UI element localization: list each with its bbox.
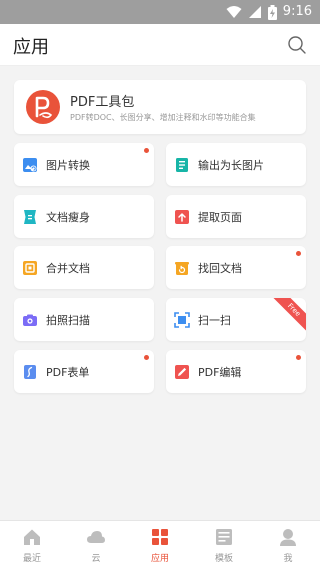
pdf-logo-icon bbox=[26, 90, 60, 124]
pdf-edit-icon bbox=[175, 365, 189, 379]
tool-label: 图片转换 bbox=[46, 159, 90, 172]
template-icon bbox=[216, 529, 232, 545]
tab-label: 我 bbox=[283, 554, 293, 564]
slim-doc-icon bbox=[24, 210, 36, 224]
tab-cloud[interactable]: 云 bbox=[64, 521, 128, 569]
search-icon[interactable] bbox=[286, 34, 308, 56]
tool-label: PDF表单 bbox=[46, 366, 90, 379]
tool-label: 提取页面 bbox=[198, 211, 242, 224]
recover-doc-icon bbox=[175, 262, 189, 275]
tool-scan[interactable]: 扫一扫 Free bbox=[166, 298, 306, 341]
pdf-toolkit-subtitle: PDF转DOC、长图分享、增加注释和水印等功能合集 bbox=[70, 113, 256, 122]
tool-camera-scan[interactable]: 拍照扫描 bbox=[14, 298, 154, 341]
tab-label: 模板 bbox=[214, 554, 233, 564]
tool-merge-doc[interactable]: 合并文档 bbox=[14, 246, 154, 289]
app-bar: 应用 bbox=[0, 24, 320, 66]
tab-label: 应用 bbox=[150, 554, 169, 564]
new-badge-dot bbox=[144, 355, 149, 360]
tab-apps[interactable]: 应用 bbox=[128, 521, 192, 569]
wifi-icon bbox=[226, 6, 242, 18]
new-badge-dot bbox=[296, 251, 301, 256]
long-image-icon bbox=[176, 158, 188, 172]
bottom-tab-bar: 最近 云 应用 模板 我 bbox=[0, 520, 320, 569]
tool-label: 扫一扫 bbox=[198, 314, 231, 327]
tool-label: 文档瘦身 bbox=[46, 211, 90, 224]
tool-label: 拍照扫描 bbox=[46, 314, 90, 327]
tab-recent[interactable]: 最近 bbox=[0, 521, 64, 569]
tool-label: 输出为长图片 bbox=[198, 159, 264, 172]
tab-label: 最近 bbox=[22, 554, 41, 564]
tab-me[interactable]: 我 bbox=[256, 521, 320, 569]
scan-icon bbox=[174, 312, 190, 328]
page-title: 应用 bbox=[13, 37, 49, 58]
new-badge-dot bbox=[144, 148, 149, 153]
new-badge-dot bbox=[296, 355, 301, 360]
tab-label: 云 bbox=[91, 554, 101, 564]
tool-label: PDF编辑 bbox=[198, 366, 242, 379]
tool-pdf-edit[interactable]: PDF编辑 bbox=[166, 350, 306, 393]
camera-icon bbox=[23, 314, 37, 326]
image-convert-icon bbox=[23, 158, 37, 172]
tool-label: 找回文档 bbox=[198, 262, 242, 275]
tool-slim-doc[interactable]: 文档瘦身 bbox=[14, 195, 154, 238]
tool-image-convert[interactable]: 图片转换 bbox=[14, 143, 154, 186]
merge-doc-icon bbox=[23, 261, 37, 275]
tool-extract-page[interactable]: 提取页面 bbox=[166, 195, 306, 238]
pdf-form-icon bbox=[24, 365, 36, 379]
apps-grid-icon bbox=[152, 529, 168, 545]
status-bar: 9:16 bbox=[0, 0, 320, 24]
status-time: 9:16 bbox=[282, 4, 312, 19]
tool-pdf-form[interactable]: PDF表单 bbox=[14, 350, 154, 393]
profile-icon bbox=[280, 529, 296, 546]
signal-icon bbox=[248, 6, 261, 18]
battery-charging-icon bbox=[267, 4, 277, 20]
home-icon bbox=[24, 529, 40, 545]
pdf-toolkit-card[interactable]: PDF工具包 PDF转DOC、长图分享、增加注释和水印等功能合集 bbox=[14, 80, 306, 134]
tool-label: 合并文档 bbox=[46, 262, 90, 275]
pdf-toolkit-title: PDF工具包 bbox=[70, 95, 135, 110]
tool-recover-doc[interactable]: 找回文档 bbox=[166, 246, 306, 289]
extract-page-icon bbox=[175, 210, 189, 224]
tab-templates[interactable]: 模板 bbox=[192, 521, 256, 569]
cloud-icon bbox=[87, 531, 105, 543]
tool-long-image[interactable]: 输出为长图片 bbox=[166, 143, 306, 186]
free-ribbon-badge: Free bbox=[271, 298, 306, 333]
